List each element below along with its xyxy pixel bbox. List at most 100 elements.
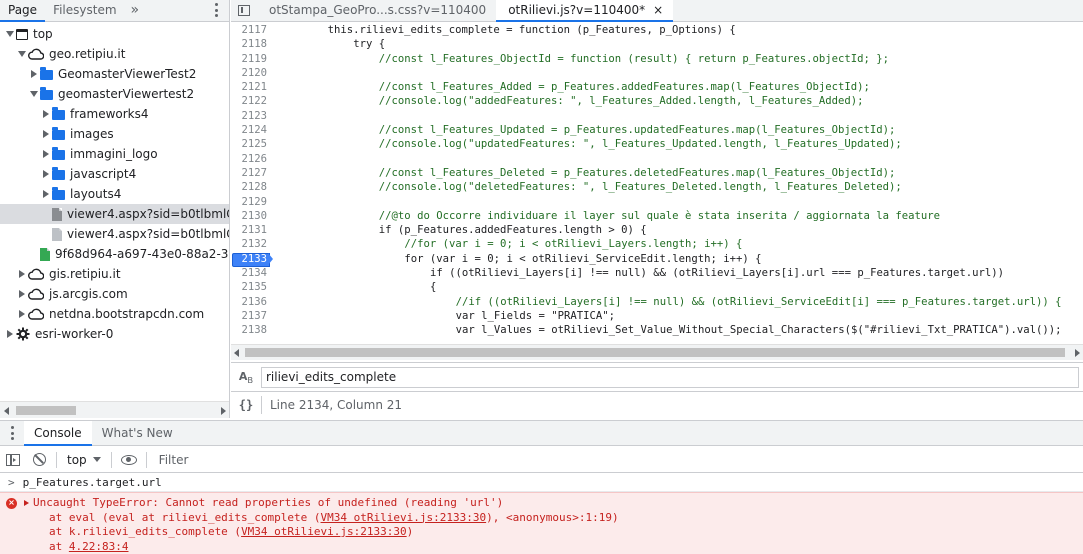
replace-toggle-icon[interactable]: AB xyxy=(231,370,261,385)
code-line[interactable]: 2130 //@to do Occorre individuare il laye… xyxy=(231,209,1083,223)
tab-page[interactable]: Page xyxy=(0,0,46,22)
clear-console-button[interactable] xyxy=(26,447,52,473)
collapsed-triangle-icon[interactable] xyxy=(28,64,40,84)
tree-item[interactable]: viewer4.aspx?sid=b0tlbmlCNz xyxy=(0,224,229,244)
line-number[interactable]: 2137 xyxy=(231,309,271,323)
code-line[interactable]: 2138 var l_Values = otRilievi_Set_Value_W… xyxy=(231,323,1083,337)
scroll-left-icon[interactable] xyxy=(4,407,9,415)
collapsed-triangle-icon[interactable] xyxy=(40,124,52,144)
scroll-left-icon[interactable] xyxy=(234,349,239,357)
line-number[interactable]: 2122 xyxy=(231,94,271,108)
code-area[interactable]: 2117 this.rilievi_edits_complete = functi… xyxy=(231,23,1083,344)
line-number[interactable]: 2128 xyxy=(231,180,271,194)
tree-item[interactable]: js.arcgis.com xyxy=(0,284,229,304)
code-line[interactable]: 2117 this.rilievi_edits_complete = functi… xyxy=(231,23,1083,37)
line-number[interactable]: 2121 xyxy=(231,80,271,94)
editor-tab-js[interactable]: otRilievi.js?v=110400* × xyxy=(496,0,674,22)
code-line[interactable]: 2120 xyxy=(231,66,1083,80)
source-link[interactable]: VM34 otRilievi.js:2133:30 xyxy=(321,511,487,526)
tree-item[interactable]: images xyxy=(0,124,229,144)
collapsed-triangle-icon[interactable] xyxy=(40,104,52,124)
collapsed-triangle-icon[interactable] xyxy=(40,184,52,204)
expanded-triangle-icon[interactable] xyxy=(28,84,40,104)
filter-input[interactable] xyxy=(156,449,1057,470)
navigator-horizontal-scrollbar[interactable] xyxy=(0,401,229,418)
code-line[interactable]: 2128 //console.log("deletedFeatures: ", l… xyxy=(231,180,1083,194)
line-number[interactable]: 2117 xyxy=(231,23,271,37)
tree-item[interactable]: esri-worker-0 xyxy=(0,324,229,344)
code-line[interactable]: 2133 for (var i = 0; i < otRilievi_Servic… xyxy=(231,252,1083,268)
tab-filesystem[interactable]: Filesystem xyxy=(45,0,124,21)
scroll-right-icon[interactable] xyxy=(1075,349,1080,357)
tree-item[interactable]: javascript4 xyxy=(0,164,229,184)
expand-triangle-icon[interactable] xyxy=(24,500,29,507)
code-line[interactable]: 2131 if (p_Features.addedFeatures.length … xyxy=(231,223,1083,237)
line-number[interactable]: 2135 xyxy=(231,280,271,294)
code-line[interactable]: 2127 //const l_Features_Deleted = p_Featu… xyxy=(231,166,1083,180)
tree-item[interactable]: immagini_logo xyxy=(0,144,229,164)
line-number[interactable]: 2134 xyxy=(231,266,271,280)
code-line[interactable]: 2125 //console.log("updatedFeatures: ", l… xyxy=(231,137,1083,151)
editor-horizontal-scrollbar[interactable] xyxy=(231,344,1083,360)
code-line[interactable]: 2129 xyxy=(231,195,1083,209)
code-line[interactable]: 2123 xyxy=(231,109,1083,123)
editor-tab-css[interactable]: otStampa_GeoPro...s.css?v=110400 xyxy=(257,0,496,21)
code-line[interactable]: 2132 //for (var i = 0; i < otRilievi_Laye… xyxy=(231,237,1083,251)
code-line[interactable]: 2135 { xyxy=(231,280,1083,294)
code-line[interactable]: 2136 //if ((otRilievi_Layers[i] !== null)… xyxy=(231,295,1083,309)
error-title-line[interactable]: × Uncaught TypeError: Cannot read proper… xyxy=(6,496,1083,511)
line-number[interactable]: 2136 xyxy=(231,295,271,309)
line-number[interactable]: 2126 xyxy=(231,152,271,166)
tree-item[interactable]: GeomasterViewerTest2 xyxy=(0,64,229,84)
show-console-sidebar-button[interactable] xyxy=(0,447,26,473)
collapsed-triangle-icon[interactable] xyxy=(16,264,28,284)
code-line[interactable]: 2126 xyxy=(231,152,1083,166)
code-line[interactable]: 2137 var l_Fields = "PRATICA"; xyxy=(231,309,1083,323)
line-number[interactable]: 2127 xyxy=(231,166,271,180)
close-tab-icon[interactable]: × xyxy=(653,0,663,21)
code-line[interactable]: 2122 //console.log("addedFeatures: ", l_F… xyxy=(231,94,1083,108)
collapsed-triangle-icon[interactable] xyxy=(40,164,52,184)
code-line[interactable]: 2119 //const l_Features_ObjectId = functi… xyxy=(231,52,1083,66)
tree-item[interactable]: top xyxy=(0,24,229,44)
scrollbar-thumb[interactable] xyxy=(245,348,1065,357)
line-number[interactable]: 2131 xyxy=(231,223,271,237)
line-number[interactable]: 2119 xyxy=(231,52,271,66)
tree-item[interactable]: frameworks4 xyxy=(0,104,229,124)
tree-item[interactable]: geomasterViewertest2 xyxy=(0,84,229,104)
line-number[interactable]: 2129 xyxy=(231,195,271,209)
tree-item[interactable]: geo.retipiu.it xyxy=(0,44,229,64)
live-expression-button[interactable] xyxy=(116,447,142,473)
line-number[interactable]: 2118 xyxy=(231,37,271,51)
tree-item[interactable]: netdna.bootstrapcdn.com xyxy=(0,304,229,324)
expanded-triangle-icon[interactable] xyxy=(4,24,16,44)
collapsed-triangle-icon[interactable] xyxy=(16,304,28,324)
expanded-triangle-icon[interactable] xyxy=(16,44,28,64)
tree-item[interactable]: 9f68d964-a697-43e0-88a2-32ff2 xyxy=(0,244,229,264)
breakpoint-marker[interactable]: 2133 xyxy=(231,252,273,268)
tree-item[interactable]: viewer4.aspx?sid=b0tlbmlCNz xyxy=(0,204,229,224)
code-line[interactable]: 2121 //const l_Features_Added = p_Feature… xyxy=(231,80,1083,94)
line-number[interactable]: 2124 xyxy=(231,123,271,137)
pretty-print-icon[interactable]: {} xyxy=(231,398,261,412)
more-tabs-icon[interactable]: » xyxy=(125,0,146,21)
tab-console[interactable]: Console xyxy=(24,421,92,446)
tab-whats-new[interactable]: What's New xyxy=(92,421,183,445)
source-link[interactable]: 4.22:83:4 xyxy=(69,540,129,554)
line-number[interactable]: 2138 xyxy=(231,323,271,337)
line-number[interactable]: 2132 xyxy=(231,237,271,251)
search-input[interactable] xyxy=(261,366,1079,388)
line-number[interactable]: 2120 xyxy=(231,66,271,80)
line-number[interactable]: 2130 xyxy=(231,209,271,223)
drawer-menu-button[interactable] xyxy=(0,421,24,445)
tree-item[interactable]: layouts4 xyxy=(0,184,229,204)
tree-item[interactable]: gis.retipiu.it xyxy=(0,264,229,284)
toggle-navigator-button[interactable] xyxy=(231,0,257,21)
source-link[interactable]: VM34 otRilievi.js:2133:30 xyxy=(241,525,407,540)
context-selector[interactable]: top xyxy=(61,453,107,467)
collapsed-triangle-icon[interactable] xyxy=(40,144,52,164)
code-line[interactable]: 2134 if ((otRilievi_Layers[i] !== null) &… xyxy=(231,266,1083,280)
collapsed-triangle-icon[interactable] xyxy=(16,284,28,304)
collapsed-triangle-icon[interactable] xyxy=(4,324,16,344)
scroll-right-icon[interactable] xyxy=(221,407,226,415)
